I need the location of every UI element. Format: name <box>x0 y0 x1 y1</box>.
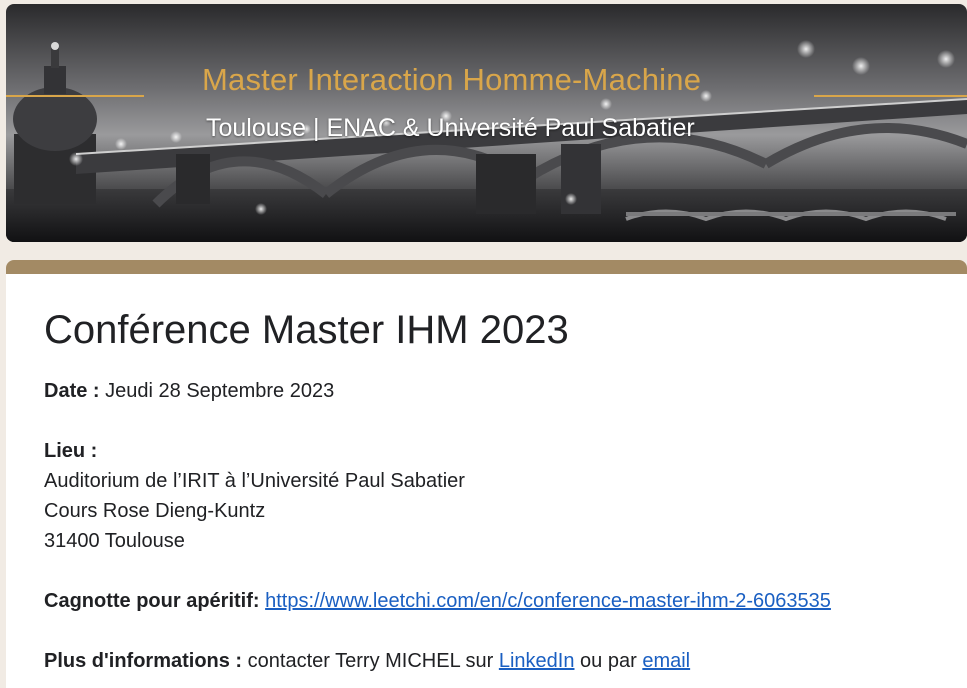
form-page: Master Interaction Homme-Machine Toulous… <box>0 0 967 688</box>
banner-subtitle: Toulouse | ENAC & Université Paul Sabati… <box>206 114 695 142</box>
lieu-label-row: Lieu : <box>44 436 967 466</box>
info-text-contact: contacter Terry MICHEL sur <box>247 650 494 672</box>
info-row: Plus d'informations : contacter Terry MI… <box>44 646 967 676</box>
info-label: Plus d'informations : <box>44 650 243 672</box>
linkedin-link[interactable]: LinkedIn <box>499 650 575 672</box>
banner-title: Master Interaction Homme-Machine <box>202 62 702 97</box>
date-label: Date : <box>44 380 100 402</box>
form-header-card: Conférence Master IHM 2023 Date : Jeudi … <box>6 260 967 688</box>
cagnotte-link[interactable]: https://www.leetchi.com/en/c/conference-… <box>265 590 831 612</box>
form-description: Date : Jeudi 28 Septembre 2023 Lieu : Au… <box>44 376 967 676</box>
form-title: Conférence Master IHM 2023 <box>44 308 569 352</box>
cagnotte-label: Cagnotte pour apéritif: <box>44 590 260 612</box>
banner-gold-line-left <box>6 95 144 97</box>
date-row: Date : Jeudi 28 Septembre 2023 <box>44 376 967 406</box>
lieu-line-1: Auditorium de l’IRIT à l’Université Paul… <box>44 470 465 492</box>
banner-gold-line-right <box>814 95 967 97</box>
email-link[interactable]: email <box>642 650 690 672</box>
lieu-line-3: 31400 Toulouse <box>44 530 185 552</box>
card-accent-bar <box>6 260 967 274</box>
lieu-line-2: Cours Rose Dieng-Kuntz <box>44 500 266 522</box>
cagnotte-row: Cagnotte pour apéritif: https://www.leet… <box>44 586 967 616</box>
header-banner-image: Master Interaction Homme-Machine Toulous… <box>6 4 967 242</box>
info-text-or: ou par <box>580 650 637 672</box>
lieu-label: Lieu : <box>44 440 98 462</box>
date-value: Jeudi 28 Septembre 2023 <box>105 380 335 402</box>
form-header-content: Conférence Master IHM 2023 Date : Jeudi … <box>6 274 967 676</box>
